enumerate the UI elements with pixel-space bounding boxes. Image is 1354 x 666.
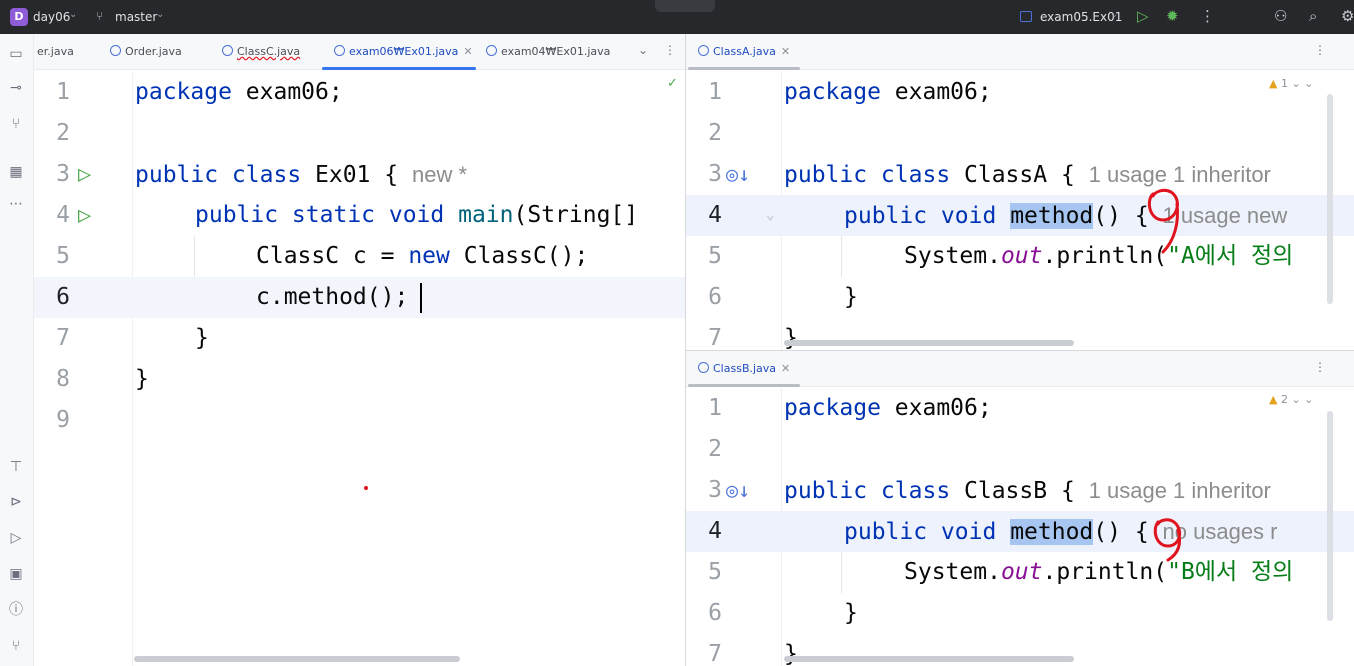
code-line[interactable]: 7 } (34, 318, 685, 359)
close-icon[interactable]: ✕ (463, 45, 472, 58)
code-line[interactable]: 5 System.out.println("A에서 정의 (686, 236, 1354, 277)
close-icon[interactable]: ✕ (781, 45, 790, 58)
code-line[interactable]: 5 System.out.println("B에서 정의 (686, 552, 1354, 593)
handwritten-annotation (1147, 188, 1179, 254)
tab-more-icon[interactable]: ⋮ (1314, 43, 1326, 57)
run-config-chevron-down-icon[interactable]: ⌄ (1110, 9, 1118, 20)
left-tab-bar: er.java Order.java ClassC.java exam06₩Ex… (34, 34, 685, 70)
code-line[interactable]: 3 ◎↓ public class ClassA { 1 usage 1 inh… (686, 154, 1354, 195)
class-icon (486, 45, 497, 56)
tab-more-icon[interactable]: ⋮ (664, 43, 676, 57)
code-line[interactable]: 3 ◎↓ public class ClassB { 1 usage 1 inh… (686, 470, 1354, 511)
active-tab-indicator (322, 67, 476, 70)
search-icon[interactable]: ⌕ (1309, 7, 1317, 25)
horizontal-scrollbar[interactable] (784, 656, 1074, 662)
horizontal-scrollbar[interactable] (134, 656, 460, 662)
class-icon (334, 45, 345, 56)
branch-icon: ⑂ (96, 9, 104, 23)
project-chevron-down-icon[interactable]: ⌄ (69, 9, 77, 20)
bottom-right-tab-bar: ClassB.java ✕ ⋮ (686, 351, 1354, 387)
top-right-tab-bar: ClassA.java ✕ ⋮ (686, 34, 1354, 70)
code-line[interactable]: 8 } (34, 359, 685, 400)
code-line[interactable]: 4 public void method() { no usages r (686, 511, 1354, 552)
code-line[interactable]: 2 (686, 113, 1354, 154)
handwritten-annotation (1153, 518, 1182, 562)
class-icon (222, 45, 233, 56)
class-icon (110, 45, 121, 56)
git-tool-icon[interactable]: ⑂ (6, 636, 26, 656)
code-line[interactable]: 6 } (686, 277, 1354, 318)
code-line[interactable]: 9 (34, 400, 685, 441)
bottom-right-editor-pane: ClassB.java ✕ ⋮ ▲ 2 ⌄ ⌄ 1 package exam06;… (686, 351, 1354, 666)
tab-indicator (688, 384, 800, 387)
project-badge[interactable]: D (10, 8, 28, 26)
inlay-hint: 1 usage 1 inheritor (1088, 478, 1271, 503)
branch-chevron-down-icon[interactable]: ⌄ (156, 9, 164, 20)
classa-code-area[interactable]: 1 package exam06; 2 3 ◎↓ public class Cl… (686, 72, 1354, 350)
structure-tool-icon[interactable]: ▦ (6, 162, 26, 182)
current-code-line[interactable]: 6 c.method(); (34, 277, 685, 318)
left-code-area[interactable]: 1 package exam06; 2 3 ▷ public class Ex0… (34, 72, 685, 666)
tab-er-java[interactable]: er.java (37, 45, 74, 58)
more-actions-icon[interactable]: ⋮ (1200, 7, 1215, 25)
project-name[interactable]: day06 (33, 10, 70, 24)
title-bar: D day06 ⌄ ⑂ master ⌄ exam05.Ex01 ⌄ ▷ ✹ ⋮… (0, 0, 1354, 34)
more-tools-icon[interactable]: ⋯ (6, 194, 26, 214)
fold-chevron-icon[interactable]: ⌄ (766, 195, 774, 236)
run-config-icon (1020, 11, 1032, 22)
tab-indicator (688, 67, 800, 70)
debug-icon[interactable]: ✹ (1166, 7, 1179, 25)
implemented-gutter-icon[interactable]: ◎↓ (726, 470, 750, 511)
text-caret (420, 283, 422, 313)
top-right-editor-pane: ClassA.java ✕ ⋮ ▲ 1 ⌄ ⌄ 1 package exam06;… (686, 34, 1354, 350)
classb-code-area[interactable]: 1 package exam06; 2 3 ◎↓ public class Cl… (686, 388, 1354, 666)
code-line[interactable]: 4 ⌄ public void method() { 1 usage new (686, 195, 1354, 236)
services-tool-icon[interactable]: ⊳ (6, 492, 26, 512)
run-tool-icon[interactable]: ▷ (6, 528, 26, 548)
tab-order-java[interactable]: Order.java (110, 45, 182, 58)
pull-requests-icon[interactable]: ⑂ (6, 114, 26, 134)
run-icon[interactable]: ▷ (1137, 7, 1149, 25)
pointer-dot (364, 486, 368, 490)
code-line[interactable]: 6 } (686, 593, 1354, 634)
build-tool-icon[interactable]: ⊤ (6, 457, 26, 477)
close-icon[interactable]: ✕ (781, 362, 790, 375)
tab-classb-java[interactable]: ClassB.java ✕ (698, 362, 790, 375)
project-tool-icon[interactable]: ▭ (6, 44, 26, 64)
code-line[interactable]: 2 (34, 113, 685, 154)
code-line[interactable]: 5 ClassC c = new ClassC(); (34, 236, 685, 277)
terminal-tool-icon[interactable]: ▣ (6, 564, 26, 584)
settings-icon[interactable]: ⚙ (1341, 7, 1354, 25)
code-line[interactable]: 1 package exam06; (686, 388, 1354, 429)
problems-tool-icon[interactable]: ⓘ (6, 600, 26, 620)
code-line[interactable]: 2 (686, 429, 1354, 470)
run-gutter-icon[interactable]: ▷ (78, 154, 91, 195)
tab-classc-java[interactable]: ClassC.java (222, 45, 300, 58)
commit-tool-icon[interactable]: ⊸ (6, 78, 26, 98)
tabs-dropdown-chevron-icon[interactable]: ⌄ (638, 43, 648, 57)
tab-more-icon[interactable]: ⋮ (1314, 360, 1326, 374)
code-line[interactable]: 1 package exam06; (34, 72, 685, 113)
branch-name[interactable]: master (115, 10, 157, 24)
code-line[interactable]: 3 ▷ public class Ex01 { new * (34, 154, 685, 195)
tab-classa-java[interactable]: ClassA.java ✕ (698, 45, 790, 58)
code-line[interactable]: 4 ▷ public static void main(String[] (34, 195, 685, 236)
run-gutter-icon[interactable]: ▷ (78, 195, 91, 236)
center-widget[interactable] (655, 0, 715, 12)
tab-exam06-ex01-java[interactable]: exam06₩Ex01.java ✕ (334, 45, 473, 58)
inlay-hint: new * (411, 162, 468, 187)
tab-exam04-ex01-java[interactable]: exam04₩Ex01.java (486, 45, 610, 58)
add-user-icon[interactable]: ⚇ (1274, 7, 1287, 25)
class-icon (698, 362, 709, 373)
implemented-gutter-icon[interactable]: ◎↓ (726, 154, 750, 195)
horizontal-scrollbar[interactable] (784, 340, 1074, 346)
code-line[interactable]: 1 package exam06; (686, 72, 1354, 113)
left-editor-pane: er.java Order.java ClassC.java exam06₩Ex… (34, 34, 685, 666)
vertical-scrollbar[interactable] (1327, 411, 1333, 621)
left-tool-strip: ▭ ⊸ ⑂ ▦ ⋯ ⊤ ⊳ ▷ ▣ ⓘ ⑂ (0, 34, 34, 666)
class-icon (698, 45, 709, 56)
vertical-scrollbar[interactable] (1327, 94, 1333, 304)
